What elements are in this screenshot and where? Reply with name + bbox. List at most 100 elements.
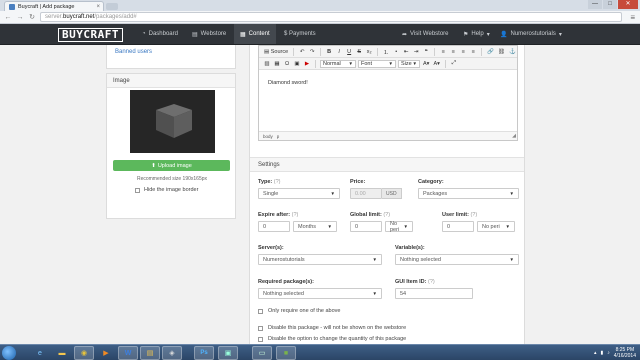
- format-select[interactable]: Normal ▼: [320, 59, 356, 68]
- media-icon[interactable]: ▣: [293, 60, 301, 68]
- bold-icon[interactable]: B: [325, 48, 333, 56]
- redo-icon[interactable]: ↷: [308, 48, 316, 56]
- minimize-button[interactable]: —: [588, 0, 602, 9]
- italic-icon[interactable]: I: [335, 48, 343, 56]
- close-window-button[interactable]: ✕: [618, 0, 638, 9]
- bullet-list-icon[interactable]: •: [392, 48, 400, 56]
- help-hint[interactable]: (?): [428, 279, 435, 285]
- nav-webstore[interactable]: ▤ Webstore: [192, 24, 226, 44]
- network-icon[interactable]: ▮: [600, 350, 603, 356]
- text-color-icon[interactable]: A▾: [422, 60, 430, 68]
- path-p[interactable]: p: [277, 134, 280, 139]
- browser-tab[interactable]: Buycraft | Add package ×: [4, 1, 104, 11]
- clock[interactable]: 8:25 PM 4/16/2014: [614, 347, 636, 359]
- gui-item-id-input[interactable]: 54: [395, 288, 473, 299]
- anchor-icon[interactable]: ⚓: [508, 48, 517, 56]
- url-input[interactable]: server. buycraft.net/packages/add#: [40, 12, 622, 22]
- youtube-icon[interactable]: ▶: [303, 60, 311, 68]
- blockquote-icon[interactable]: ❝: [422, 48, 430, 56]
- only-require-one-option[interactable]: Only require one of the above: [258, 308, 340, 314]
- align-center-icon[interactable]: ≡: [449, 48, 457, 56]
- app2-icon[interactable]: ▣: [218, 346, 238, 360]
- servers-select[interactable]: Numerostutorials ▼: [258, 254, 382, 265]
- align-left-icon[interactable]: ≡: [439, 48, 447, 56]
- disable-quantity-checkbox[interactable]: [258, 336, 263, 342]
- explorer2-icon[interactable]: ▤: [140, 346, 160, 360]
- align-justify-icon[interactable]: ≡: [469, 48, 477, 56]
- outdent-icon[interactable]: ⇤: [402, 48, 410, 56]
- required-packages-select[interactable]: Nothing selected ▼: [258, 288, 382, 299]
- nav-user[interactable]: 👤 Numerostutorials ▾: [500, 24, 562, 44]
- chrome-icon[interactable]: ◉: [74, 346, 94, 360]
- unlink-icon[interactable]: ⛓: [497, 48, 506, 56]
- nav-visit-webstore[interactable]: ➦ Visit Webstore: [402, 24, 449, 44]
- path-body[interactable]: body: [263, 134, 273, 139]
- media-icon[interactable]: ▶: [96, 346, 116, 360]
- type-select[interactable]: Single ▼: [258, 188, 340, 199]
- screen-icon[interactable]: ▭: [252, 346, 272, 360]
- hide-border-checkbox[interactable]: [135, 187, 140, 193]
- expire-after-input[interactable]: 0: [258, 221, 290, 232]
- align-right-icon[interactable]: ≡: [459, 48, 467, 56]
- tray-arrow-icon[interactable]: ▴: [594, 350, 597, 356]
- user-limit-input[interactable]: 0: [442, 221, 474, 232]
- disable-package-option[interactable]: Disable this package - will not be shown…: [258, 325, 406, 331]
- maximize-button[interactable]: □: [603, 0, 617, 9]
- editor-content[interactable]: Diamond sword!: [268, 80, 308, 86]
- word-icon[interactable]: W: [118, 346, 138, 360]
- buycraft-logo[interactable]: BUYCRAFT: [58, 28, 123, 42]
- clock-date: 4/16/2014: [613, 353, 636, 359]
- only-require-one-checkbox[interactable]: [258, 308, 263, 314]
- browser-menu-icon[interactable]: ≡: [630, 13, 635, 22]
- table-icon[interactable]: ▦: [273, 60, 281, 68]
- tab-close-icon[interactable]: ×: [96, 4, 100, 10]
- forward-icon[interactable]: →: [16, 14, 24, 21]
- strikethrough-icon[interactable]: S: [355, 48, 363, 56]
- help-hint[interactable]: (?): [470, 212, 477, 218]
- global-limit-input[interactable]: 0: [350, 221, 382, 232]
- size-select[interactable]: Size ▼: [398, 59, 420, 68]
- back-icon[interactable]: ←: [4, 14, 12, 21]
- link-icon[interactable]: 🔗: [486, 48, 495, 56]
- nav-content[interactable]: ▦ Content: [234, 24, 276, 44]
- explorer-icon[interactable]: ▬: [52, 346, 72, 360]
- help-hint[interactable]: (?): [383, 212, 390, 218]
- help-hint[interactable]: (?): [292, 212, 299, 218]
- source-button[interactable]: ▤ Source: [263, 48, 289, 56]
- volume-icon[interactable]: ♪: [607, 350, 610, 356]
- nav-payments[interactable]: $ Payments: [284, 24, 316, 44]
- maximize-icon[interactable]: ⤢: [450, 60, 458, 68]
- resize-handle-icon[interactable]: ◢: [512, 133, 516, 139]
- hide-border-option[interactable]: Hide the image border: [135, 187, 198, 193]
- ie-icon[interactable]: e: [30, 346, 50, 360]
- banned-users-link[interactable]: Banned users: [115, 49, 152, 55]
- numbered-list-icon[interactable]: ⒈: [382, 48, 390, 56]
- price-input[interactable]: 0.00: [350, 188, 382, 199]
- start-button[interactable]: [2, 346, 16, 360]
- special-char-icon[interactable]: Ω: [283, 60, 291, 68]
- font-select[interactable]: Font ▼: [358, 59, 396, 68]
- disable-quantity-option[interactable]: Disable the option to change the quantit…: [258, 336, 406, 342]
- underline-icon[interactable]: U: [345, 48, 353, 56]
- nav-help[interactable]: ⚑ Help ▾: [463, 24, 490, 44]
- minecraft-icon[interactable]: ■: [276, 346, 296, 360]
- image-icon[interactable]: ▨: [263, 60, 271, 68]
- disable-package-checkbox[interactable]: [258, 325, 263, 331]
- variables-select[interactable]: Nothing selected ▼: [395, 254, 519, 265]
- servers-label: Server(s):: [258, 245, 284, 251]
- user-limit-period-select[interactable]: No peri ▼: [477, 221, 515, 232]
- category-select[interactable]: Packages ▼: [418, 188, 519, 199]
- new-tab-button[interactable]: [106, 3, 118, 10]
- help-hint[interactable]: (?): [274, 179, 281, 185]
- global-limit-period-select[interactable]: No peri ▼: [385, 221, 413, 233]
- app-icon[interactable]: ◈: [162, 346, 182, 360]
- indent-icon[interactable]: ⇥: [412, 48, 420, 56]
- undo-icon[interactable]: ↶: [298, 48, 306, 56]
- nav-dashboard[interactable]: ◔ Dashboard: [142, 24, 178, 44]
- reload-icon[interactable]: ↻: [28, 13, 36, 21]
- upload-image-button[interactable]: ⬆ Upload image: [113, 160, 230, 171]
- expire-unit-select[interactable]: Months ▼: [293, 221, 337, 232]
- bg-color-icon[interactable]: A▾: [432, 60, 440, 68]
- photoshop-icon[interactable]: Ps: [194, 346, 214, 360]
- subscript-icon[interactable]: x₂: [365, 48, 373, 56]
